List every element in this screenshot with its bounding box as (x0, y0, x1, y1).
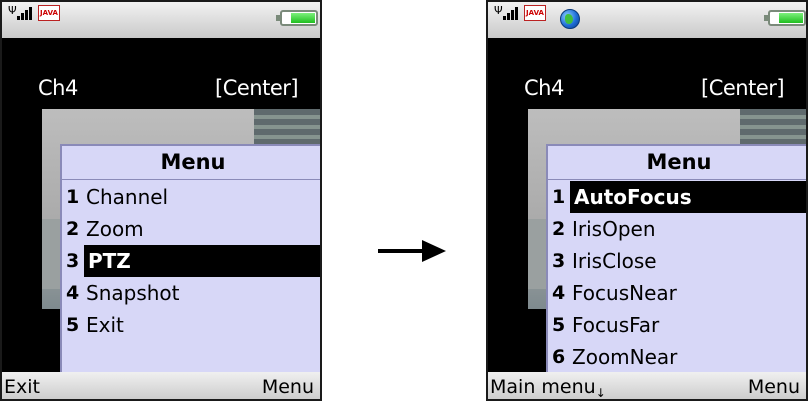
phone-screen-after: Ψ JAVA Ch4 [Center] Menu 1 AutoFocus 2 I… (486, 0, 808, 401)
menu-item-number: 2 (552, 218, 566, 240)
menu-item-irisopen[interactable]: 2 IrisOpen (548, 213, 806, 245)
java-icon: JAVA (524, 5, 546, 21)
down-arrow-icon: ↓ (595, 386, 606, 400)
menu-item-focusfar[interactable]: 5 FocusFar (548, 309, 806, 341)
menu-item-number: 4 (66, 282, 80, 304)
softkey-bar: Exit Menu (2, 372, 320, 399)
menu-item-number: 4 (552, 282, 566, 304)
battery-icon (764, 10, 806, 26)
menu-item-number: 3 (66, 250, 80, 272)
ptz-submenu-popup: Menu 1 AutoFocus 2 IrisOpen 3 IrisClose … (546, 144, 806, 374)
menu-item-zoomnear[interactable]: 6 ZoomNear (548, 341, 806, 373)
menu-item-label: ZoomNear (572, 345, 678, 369)
menu-item-label: IrisOpen (572, 217, 656, 241)
menu-item-exit[interactable]: 5 Exit (62, 309, 320, 341)
menu-item-label: Snapshot (86, 281, 180, 305)
menu-item-channel[interactable]: 1 Channel (62, 181, 320, 213)
menu-softkey[interactable]: Menu (262, 376, 314, 398)
menu-list: 1 AutoFocus 2 IrisOpen 3 IrisClose 4 Foc… (548, 181, 806, 373)
menu-item-label: IrisClose (572, 249, 657, 273)
menu-item-label: Channel (86, 185, 169, 209)
right-arrow-icon (378, 240, 448, 262)
menu-item-irisclose[interactable]: 3 IrisClose (548, 245, 806, 277)
menu-item-label: FocusNear (572, 281, 677, 305)
softkey-bar: Main menu↓ Menu (488, 372, 806, 400)
menu-item-zoom[interactable]: 2 Zoom (62, 213, 320, 245)
menu-item-focusnear[interactable]: 4 FocusNear (548, 277, 806, 309)
menu-title: Menu (646, 150, 712, 174)
menu-item-ptz[interactable]: 3 PTZ (66, 245, 320, 277)
menu-item-label: Zoom (86, 217, 144, 241)
menu-item-snapshot[interactable]: 4 Snapshot (62, 277, 320, 309)
menu-item-number: 5 (552, 314, 566, 336)
channel-label: Ch4 (38, 76, 78, 100)
ptz-position-label: [Center] (701, 76, 785, 100)
menu-item-number: 2 (66, 218, 80, 240)
menu-softkey[interactable]: Menu (748, 376, 800, 398)
java-icon: JAVA (38, 5, 60, 21)
menu-item-number: 6 (552, 346, 566, 368)
signal-icon: Ψ (494, 4, 522, 20)
exit-softkey[interactable]: Exit (4, 376, 40, 398)
phone-screen-before: Ψ JAVA Ch4 [Center] Menu 1 Channel 2 Zoo… (0, 0, 322, 401)
status-bar: Ψ JAVA (488, 2, 806, 38)
ptz-position-label: [Center] (215, 76, 299, 100)
status-bar: Ψ JAVA (2, 2, 320, 38)
menu-item-autofocus[interactable]: 1 AutoFocus (552, 181, 806, 213)
menu-item-number: 5 (66, 314, 80, 336)
battery-icon (276, 10, 318, 26)
menu-popup: Menu 1 Channel 2 Zoom 3 PTZ 4 Snapshot 5… (60, 144, 320, 374)
menu-item-label: FocusFar (572, 313, 660, 337)
menu-item-number: 1 (66, 186, 80, 208)
menu-item-label: AutoFocus (574, 185, 692, 209)
menu-item-number: 3 (552, 250, 566, 272)
menu-list: 1 Channel 2 Zoom 3 PTZ 4 Snapshot 5 Exit (62, 181, 320, 341)
globe-icon (560, 9, 580, 29)
menu-title: Menu (160, 150, 226, 174)
channel-label: Ch4 (524, 76, 564, 100)
main-menu-softkey[interactable]: Main menu↓ (490, 376, 606, 400)
main-menu-label: Main menu (490, 376, 596, 398)
menu-item-label: PTZ (88, 249, 131, 273)
menu-item-label: Exit (86, 313, 124, 337)
menu-item-number: 1 (552, 186, 566, 208)
signal-icon: Ψ (8, 4, 36, 20)
